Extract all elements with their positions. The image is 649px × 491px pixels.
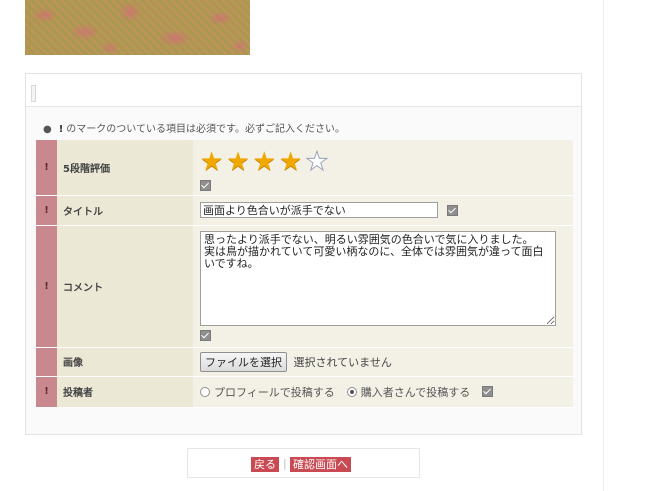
rating-label: 5段階評価 [57,140,193,196]
poster-row: ! 投稿者 プロフィールで投稿する 購入者さんで投稿する [36,376,573,408]
title-label: タイトル [57,195,193,226]
radio-purchaser-label[interactable]: 購入者さんで投稿する [361,386,470,399]
star-icon-2[interactable]: ★ [226,149,249,175]
radio-purchaser[interactable] [346,386,357,397]
panel-title-bar [26,74,581,107]
required-mark: ! [36,376,57,408]
back-button[interactable]: 戻る [251,457,279,472]
image-row: 画像 ファイルを選択 選択されていません [36,347,573,377]
title-row: ! タイトル [36,195,573,226]
comment-row: ! コメント 思ったより派手でない、明るい雰囲気の色合いで気に入りました。 実は… [36,225,573,348]
star-icon-5[interactable]: ★ [305,149,329,176]
radio-profile[interactable] [200,386,210,397]
star-icon-4[interactable]: ★ [279,149,302,175]
review-form-panel: ●! のマークのついている項目は必須です。必ずご記入ください。 ! 5段階評価 ★… [25,73,582,435]
star-icon-3[interactable]: ★ [253,149,276,175]
confirm-button[interactable]: 確認画面へ [290,457,351,472]
file-select-button[interactable]: ファイルを選択 [200,351,287,372]
title-field [193,195,573,226]
comment-field: 思ったより派手でない、明るい雰囲気の色合いで気に入りました。 実は鳥が描かれてい… [193,225,573,348]
valid-check-icon [482,386,494,397]
comment-label: コメント [57,225,193,348]
radio-profile-label[interactable]: プロフィールで投稿する [214,386,335,399]
button-separator: | [283,457,287,470]
poster-field: プロフィールで投稿する 購入者さんで投稿する [193,376,573,408]
product-image [25,0,250,55]
poster-label: 投稿者 [57,376,193,408]
form-button-bar: 戻る | 確認画面へ [187,448,420,478]
star-icon-1[interactable]: ★ [200,149,223,175]
rating-row: ! 5段階評価 ★ ★ ★ ★ ★ [36,140,573,196]
image-label: 画像 [57,347,193,377]
valid-check-icon [200,330,211,341]
required-cell-empty [36,347,57,377]
required-mark: ! [36,140,57,196]
rating-field: ★ ★ ★ ★ ★ [193,140,573,196]
valid-check-icon [446,204,458,216]
file-status-text: 選択されていません [293,355,392,369]
required-mark: ! [36,195,57,226]
required-notice-text: のマークのついている項目は必須です。必ずご記入ください。 [66,124,345,135]
title-bar-marker [31,85,36,102]
required-notice: ●! のマークのついている項目は必須です。必ずご記入ください。 [43,120,345,135]
image-field: ファイルを選択 選択されていません [193,347,573,377]
valid-check-icon [200,179,211,191]
required-mark: ! [58,124,64,135]
bullet-icon: ● [43,124,52,135]
required-mark: ! [36,225,57,348]
title-input[interactable] [200,202,438,218]
comment-textarea[interactable]: 思ったより派手でない、明るい雰囲気の色合いで気に入りました。 実は鳥が描かれてい… [200,230,556,326]
star-rating[interactable]: ★ ★ ★ ★ ★ [200,149,573,176]
page-divider [603,0,604,491]
review-form-table: ! 5段階評価 ★ ★ ★ ★ ★ ! タイトル ! [36,140,573,408]
